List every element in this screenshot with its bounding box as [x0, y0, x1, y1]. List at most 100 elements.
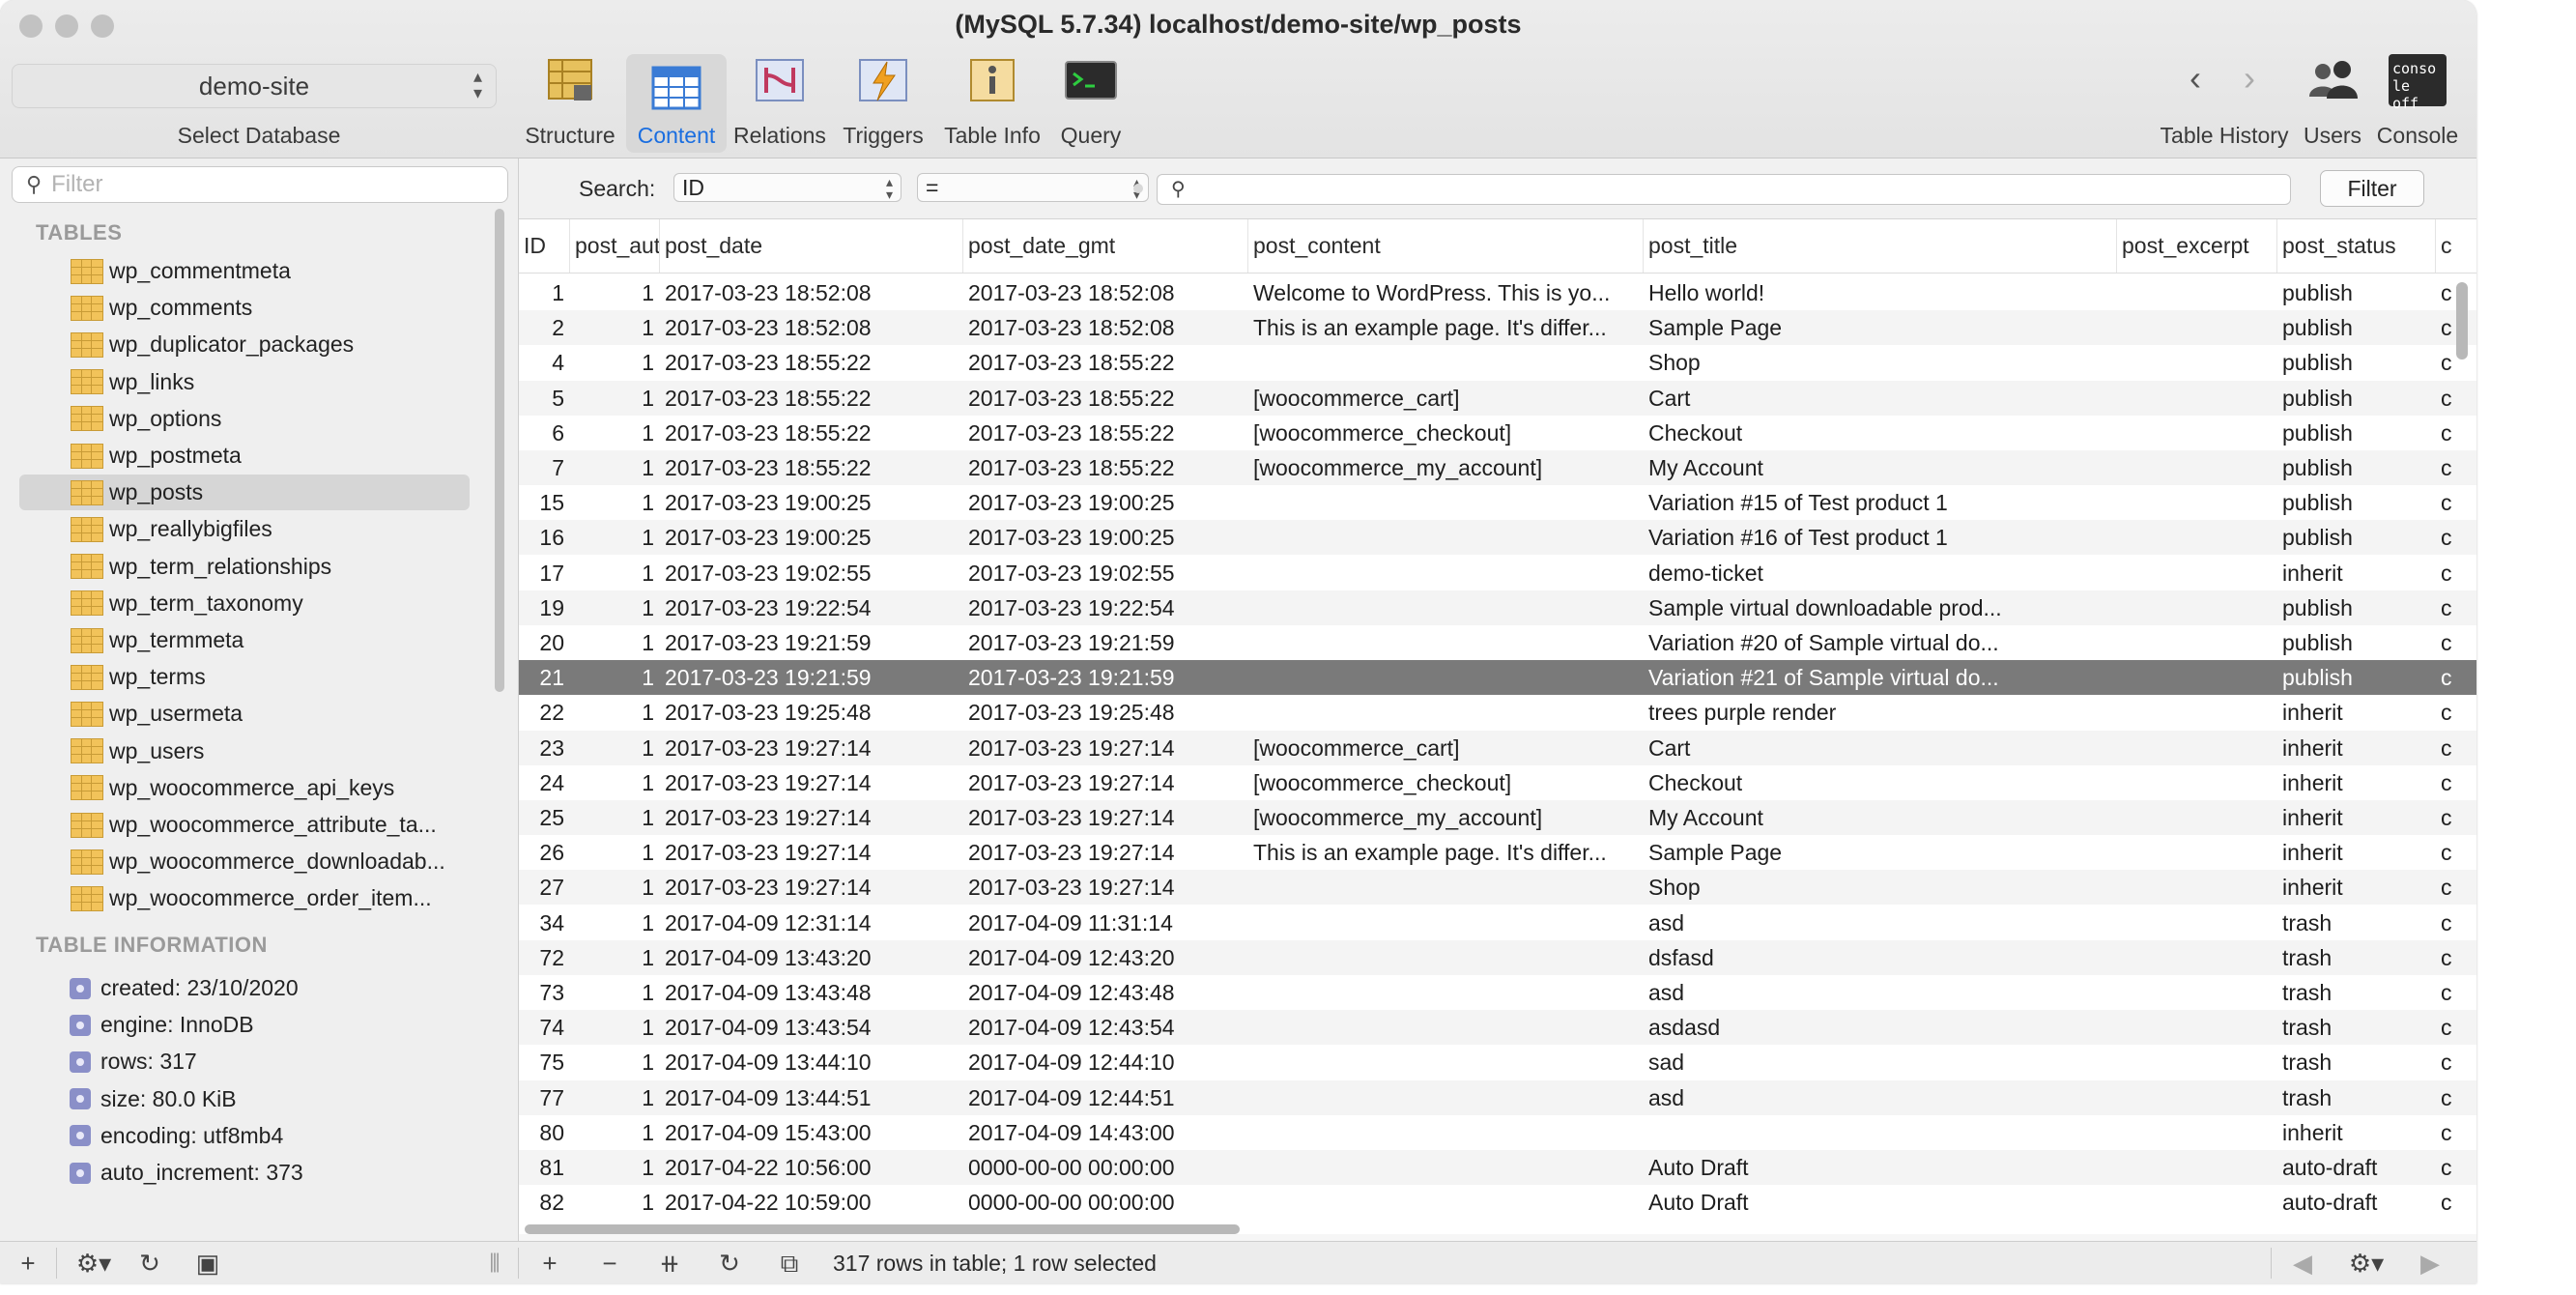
table-cell[interactable]: [2117, 1150, 2277, 1185]
sidebar-table-item[interactable]: wp_termmeta: [19, 622, 470, 658]
table-cell[interactable]: 2017-04-09 12:43:54: [963, 1010, 1248, 1045]
table-cell[interactable]: 2017-04-22 10:59:00: [660, 1185, 963, 1220]
table-cell[interactable]: 2017-03-23 19:00:25: [660, 485, 963, 520]
table-cell[interactable]: publish: [2277, 275, 2436, 310]
table-cell[interactable]: [woocommerce_cart]: [1248, 381, 1644, 416]
table-cell[interactable]: 2017-03-23 19:27:14: [660, 870, 963, 905]
table-cell[interactable]: c: [2436, 1010, 2476, 1045]
table-cell[interactable]: [2117, 485, 2277, 520]
table-cell[interactable]: asd: [1644, 975, 2117, 1010]
table-cell[interactable]: [2117, 765, 2277, 800]
pagination-gear-icon[interactable]: ⚙▾: [2333, 1242, 2400, 1283]
table-cell[interactable]: Sample Page: [1644, 310, 2117, 345]
table-cell[interactable]: c: [2436, 556, 2476, 590]
relations-button[interactable]: Relations: [727, 54, 833, 149]
table-cell[interactable]: [2117, 660, 2277, 695]
table-filter-input[interactable]: ⚲ Filter: [12, 166, 508, 203]
table-cell[interactable]: sad: [1644, 1045, 2117, 1079]
table-cell[interactable]: 16: [519, 520, 570, 555]
gear-menu-icon[interactable]: ⚙▾: [60, 1242, 128, 1283]
resize-handle-icon[interactable]: ⦀: [477, 1242, 512, 1283]
table-cell[interactable]: Checkout: [1644, 765, 2117, 800]
table-cell[interactable]: Auto Draft: [1644, 1150, 2117, 1185]
table-history-button[interactable]: ‹ › Table History: [2153, 54, 2296, 149]
table-row[interactable]: 5 1 2017-03-23 18:55:22 2017-03-23 18:55:22…: [519, 380, 2476, 416]
table-cell[interactable]: 1: [570, 520, 660, 555]
table-cell[interactable]: c: [2436, 870, 2476, 905]
table-cell[interactable]: [1248, 590, 1644, 625]
table-cell[interactable]: 0000-00-00 00:00:00: [963, 1185, 1248, 1220]
table-cell[interactable]: [1248, 625, 1644, 660]
table-cell[interactable]: [1248, 940, 1644, 975]
table-row[interactable]: 7 1 2017-03-23 18:55:22 2017-03-23 18:55:22…: [519, 450, 2476, 485]
table-cell[interactable]: inherit: [2277, 731, 2436, 765]
table-cell[interactable]: 1: [570, 450, 660, 485]
table-row[interactable]: 77 1 2017-04-09 13:44:51 2017-04-09 12:44:5…: [519, 1079, 2476, 1115]
sidebar-table-item[interactable]: wp_woocommerce_api_keys: [19, 770, 470, 806]
table-cell[interactable]: 1: [570, 416, 660, 450]
table-cell[interactable]: 6: [519, 416, 570, 450]
structure-button[interactable]: Structure: [517, 54, 623, 149]
table-cell[interactable]: 2017-04-22 10:56:00: [660, 1150, 963, 1185]
table-cell[interactable]: 2017-03-23 19:00:25: [660, 520, 963, 555]
back-arrow-icon[interactable]: ‹: [2190, 58, 2201, 99]
table-cell[interactable]: 2017-04-09 15:43:00: [660, 1115, 963, 1150]
table-row[interactable]: 73 1 2017-04-09 13:43:48 2017-04-09 12:43:4…: [519, 975, 2476, 1010]
table-cell[interactable]: auto-draft: [2277, 1185, 2436, 1220]
table-row[interactable]: 24 1 2017-03-23 19:27:14 2017-03-23 19:27:1…: [519, 765, 2476, 800]
table-info-button[interactable]: Table Info: [937, 54, 1047, 149]
table-cell[interactable]: publish: [2277, 345, 2436, 380]
table-cell[interactable]: My Account: [1644, 800, 2117, 835]
table-cell[interactable]: [1248, 1150, 1644, 1185]
table-cell[interactable]: c: [2436, 765, 2476, 800]
table-cell[interactable]: [1248, 485, 1644, 520]
triggers-button[interactable]: Triggers: [833, 54, 933, 149]
add-table-button[interactable]: +: [0, 1242, 56, 1283]
table-cell[interactable]: publish: [2277, 416, 2436, 450]
table-cell[interactable]: 1: [570, 485, 660, 520]
sidebar-table-item[interactable]: wp_options: [19, 401, 470, 437]
table-cell[interactable]: [2117, 1115, 2277, 1150]
previous-page-icon[interactable]: ◀: [2275, 1242, 2331, 1283]
table-cell[interactable]: c: [2436, 906, 2476, 940]
table-cell[interactable]: 2017-04-09 12:43:48: [963, 975, 1248, 1010]
table-row[interactable]: 4 1 2017-03-23 18:55:22 2017-03-23 18:55:22…: [519, 345, 2476, 380]
table-cell[interactable]: [2117, 416, 2277, 450]
table-cell[interactable]: Shop: [1644, 345, 2117, 380]
table-cell[interactable]: 1: [570, 275, 660, 310]
table-cell[interactable]: [1248, 695, 1644, 730]
table-cell[interactable]: 2017-03-23 19:02:55: [963, 556, 1248, 590]
table-cell[interactable]: 2017-03-23 19:21:59: [963, 660, 1248, 695]
sidebar-table-item[interactable]: wp_woocommerce_attribute_ta...: [19, 807, 470, 843]
table-cell[interactable]: [woocommerce_checkout]: [1248, 416, 1644, 450]
table-cell[interactable]: Checkout: [1644, 416, 2117, 450]
table-cell[interactable]: inherit: [2277, 556, 2436, 590]
table-cell[interactable]: c: [2436, 1080, 2476, 1115]
table-cell[interactable]: 1: [570, 556, 660, 590]
table-cell[interactable]: [2117, 1080, 2277, 1115]
sidebar-table-item[interactable]: wp_users: [19, 734, 470, 769]
table-cell[interactable]: [2117, 695, 2277, 730]
table-cell[interactable]: auto-draft: [2277, 1150, 2436, 1185]
table-cell[interactable]: 2017-03-23 19:27:14: [660, 800, 963, 835]
table-cell[interactable]: 22: [519, 695, 570, 730]
table-cell[interactable]: [2117, 975, 2277, 1010]
table-cell[interactable]: Variation #16 of Test product 1: [1644, 520, 2117, 555]
table-cell[interactable]: asd: [1644, 906, 2117, 940]
table-cell[interactable]: Welcome to WordPress. This is yo...: [1248, 275, 1644, 310]
table-cell[interactable]: publish: [2277, 381, 2436, 416]
refresh-tables-icon[interactable]: ↻: [122, 1242, 178, 1283]
search-value-input[interactable]: ⚲: [1157, 174, 2291, 205]
table-cell[interactable]: 2017-03-23 19:27:14: [660, 835, 963, 870]
table-cell[interactable]: c: [2436, 940, 2476, 975]
table-cell[interactable]: 19: [519, 590, 570, 625]
table-cell[interactable]: [2117, 450, 2277, 485]
table-cell[interactable]: [1248, 345, 1644, 380]
table-cell[interactable]: 25: [519, 800, 570, 835]
table-row[interactable]: 6 1 2017-03-23 18:55:22 2017-03-23 18:55:22…: [519, 416, 2476, 450]
table-cell[interactable]: c: [2436, 695, 2476, 730]
table-row[interactable]: 74 1 2017-04-09 13:43:54 2017-04-09 12:43:5…: [519, 1010, 2476, 1046]
table-cell[interactable]: 2017-03-23 18:55:22: [660, 345, 963, 380]
table-cell[interactable]: Auto Draft: [1644, 1185, 2117, 1220]
table-cell[interactable]: c: [2436, 800, 2476, 835]
